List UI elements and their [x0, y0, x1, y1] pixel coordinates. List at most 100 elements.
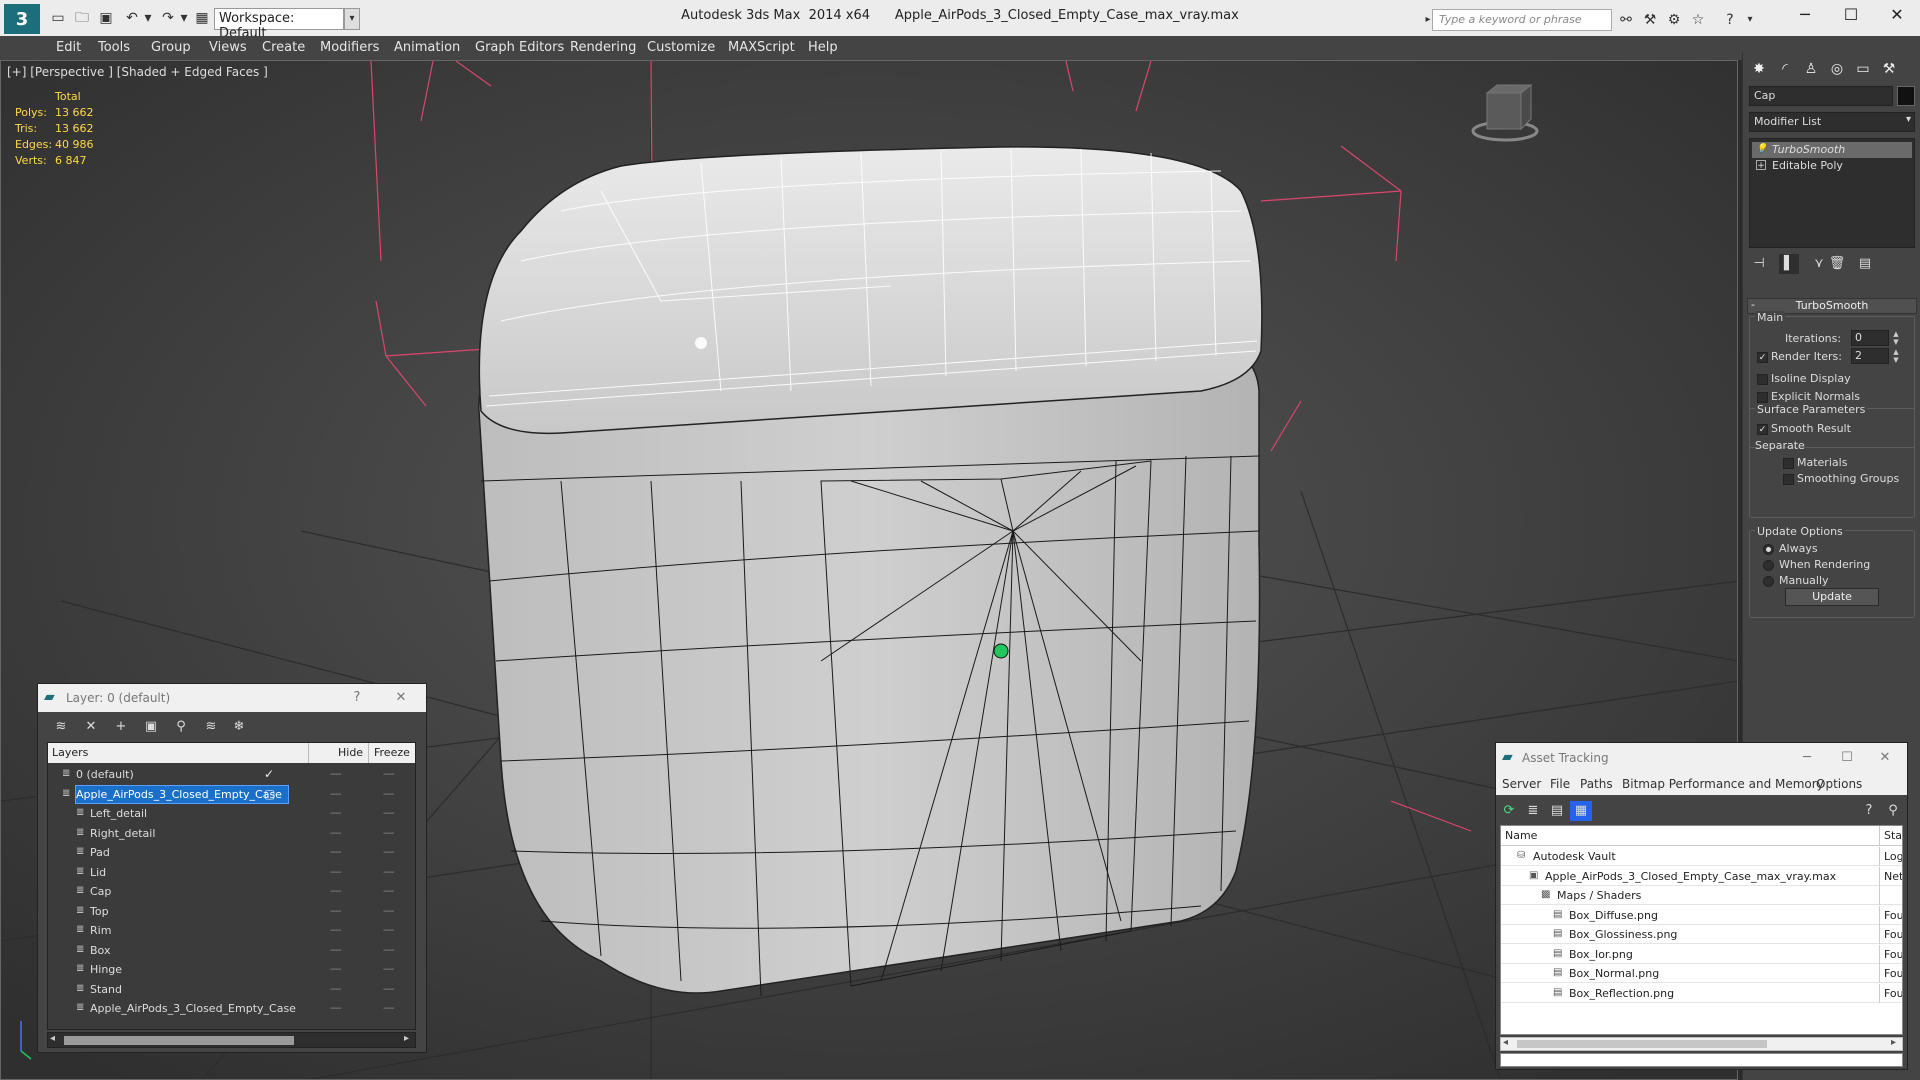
layer-dialog-help-icon[interactable]: ? — [346, 688, 368, 708]
hide-toggle-icon[interactable]: ---- — [330, 863, 341, 882]
freeze-toggle-icon[interactable]: ---- — [383, 921, 394, 940]
hide-toggle-icon[interactable]: ---- — [330, 785, 341, 804]
when-rendering-radio[interactable] — [1763, 560, 1774, 571]
scroll-left-icon[interactable]: ◂ — [50, 1033, 55, 1044]
asset-row[interactable]: ▣ Apple_AirPods_3_Closed_Empty_Case_max_v… — [1501, 866, 1902, 886]
smoothing-groups-checkbox[interactable] — [1783, 474, 1794, 485]
vault-help-icon[interactable]: ? — [1858, 801, 1880, 821]
pivot-point-icon[interactable] — [993, 643, 1009, 659]
undo-icon[interactable]: ↶ — [124, 10, 140, 26]
subscription-icon[interactable]: ⚒ — [1640, 10, 1660, 30]
layer-row[interactable]: ≣ Top ---- ---- — [48, 902, 415, 921]
select-objects-in-layer-icon[interactable]: ▣ — [140, 717, 162, 737]
asset-minimize-icon[interactable]: ─ — [1796, 748, 1818, 768]
menu-views[interactable]: Views — [209, 40, 247, 55]
hide-toggle-icon[interactable]: ---- — [330, 999, 341, 1018]
asset-maximize-icon[interactable]: ☐ — [1836, 748, 1858, 768]
menu-group[interactable]: Group — [151, 40, 191, 55]
utilities-tab-icon[interactable]: ⚒ — [1877, 58, 1901, 80]
layer-scroll-thumb[interactable] — [64, 1036, 294, 1045]
asset-close-icon[interactable]: ✕ — [1874, 748, 1896, 768]
highlight-selected-layer-icon[interactable]: ⚲ — [170, 717, 192, 737]
asset-menu-file[interactable]: File — [1550, 777, 1570, 791]
menu-edit[interactable]: Edit — [56, 40, 81, 55]
freeze-toggle-icon[interactable]: ---- — [383, 863, 394, 882]
menu-help[interactable]: Help — [808, 40, 838, 55]
current-layer-check-icon[interactable]: ✓ — [264, 765, 274, 784]
delete-layer-icon[interactable]: ✕ — [80, 717, 102, 737]
manually-radio[interactable] — [1763, 576, 1774, 587]
object-color-swatch[interactable] — [1897, 86, 1915, 106]
asset-row[interactable]: ▤ Box_Reflection.png Found — [1501, 983, 1902, 1003]
freeze-toggle-icon[interactable]: ---- — [383, 960, 394, 979]
iterations-spinner-arrows-icon[interactable]: ▲ ▼ — [1891, 330, 1901, 346]
asset-dialog-titlebar[interactable]: ▰ Asset Tracking ─ ☐ ✕ — [1496, 743, 1907, 773]
menu-maxscript[interactable]: MAXScript — [728, 40, 795, 55]
layer-row[interactable]: ≣ Left_detail ---- ---- — [48, 804, 415, 823]
update-button[interactable]: Update — [1785, 588, 1879, 606]
pin-stack-icon[interactable]: ⊣ — [1749, 254, 1769, 274]
freeze-toggle-icon[interactable]: ---- — [383, 941, 394, 960]
menu-customize[interactable]: Customize — [647, 40, 715, 55]
modify-tab-icon[interactable]: ◜ — [1773, 58, 1797, 80]
project-folder-icon[interactable]: ▦ — [194, 10, 210, 26]
menu-graph-editors[interactable]: Graph Editors — [475, 40, 564, 55]
render-iters-spinner-arrows-icon[interactable]: ▲ ▼ — [1891, 348, 1901, 364]
asset-scroll-thumb[interactable] — [1517, 1040, 1767, 1048]
layer-row[interactable]: ≣ Hinge ---- ---- — [48, 960, 415, 979]
menu-rendering[interactable]: Rendering — [570, 40, 636, 55]
layer-row[interactable]: ≣ 0 (default) ✓ ---- ---- — [48, 765, 415, 784]
menu-animation[interactable]: Animation — [394, 40, 460, 55]
stack-item-turbosmooth[interactable]: 💡 TurboSmooth — [1752, 142, 1912, 158]
asset-row[interactable]: ▤ Box_Ior.png Found — [1501, 944, 1902, 964]
freeze-toggle-icon[interactable]: ---- — [383, 765, 394, 784]
refresh-icon[interactable]: ⟳ — [1498, 801, 1520, 821]
asset-row[interactable]: ▤ Box_Diffuse.png Found — [1501, 905, 1902, 925]
hide-toggle-icon[interactable]: ---- — [330, 882, 341, 901]
materials-checkbox[interactable] — [1783, 458, 1794, 469]
hide-toggle-icon[interactable]: ---- — [330, 980, 341, 999]
list-view-icon[interactable]: ≣ — [1522, 801, 1544, 821]
undo-dropdown-icon[interactable]: ▾ — [140, 10, 156, 26]
expand-plus-icon[interactable]: + — [1756, 160, 1766, 171]
layer-row[interactable]: ≣ Stand ---- ---- — [48, 980, 415, 999]
workspace-chevron-down-icon[interactable]: ▾ — [344, 8, 360, 30]
app-logo-icon[interactable]: 3 — [4, 4, 40, 34]
hide-toggle-icon[interactable]: ---- — [330, 804, 341, 823]
binoculars-icon[interactable]: ⚯ — [1616, 10, 1636, 30]
modifier-list-dropdown[interactable]: Modifier List ▾ — [1749, 112, 1915, 132]
remove-modifier-icon[interactable]: 🗑 — [1827, 254, 1847, 274]
hide-toggle-icon[interactable]: ---- — [330, 960, 341, 979]
hierarchy-tab-icon[interactable]: ♙ — [1799, 58, 1823, 80]
detail-view-icon[interactable]: ▤ — [1546, 801, 1568, 821]
table-view-icon[interactable]: ▦ — [1570, 801, 1592, 821]
new-file-icon[interactable]: ▭ — [50, 10, 66, 26]
layer-row[interactable]: ≣ Apple_AirPods_3_Closed_Empty_Case ▢ ---- -… — [48, 784, 415, 804]
asset-row[interactable]: ⛁ Autodesk Vault Logged O — [1501, 847, 1902, 866]
current-layer-box-icon[interactable]: ▢ — [264, 785, 275, 804]
add-to-layer-icon[interactable]: + — [110, 717, 132, 737]
hide-toggle-icon[interactable]: ---- — [330, 921, 341, 940]
menu-create[interactable]: Create — [262, 40, 305, 55]
scroll-right-icon[interactable]: ▸ — [1891, 1037, 1896, 1048]
redo-icon[interactable]: ↷ — [160, 10, 176, 26]
freeze-all-layers-icon[interactable]: ❄ — [228, 717, 250, 737]
hide-toggle-icon[interactable]: ---- — [330, 765, 341, 784]
layer-dialog-titlebar[interactable]: ▰ Layer: 0 (default) ? ✕ — [38, 684, 426, 712]
layer-dialog-close-icon[interactable]: ✕ — [390, 688, 412, 708]
asset-row[interactable]: ▤ Box_Normal.png Found — [1501, 964, 1902, 983]
freeze-toggle-icon[interactable]: ---- — [383, 999, 394, 1018]
create-tab-icon[interactable]: ✸ — [1747, 58, 1771, 80]
layer-row[interactable]: ≣ Pad ---- ---- — [48, 843, 415, 862]
freeze-toggle-icon[interactable]: ---- — [383, 804, 394, 823]
motion-tab-icon[interactable]: ◎ — [1825, 58, 1849, 80]
menu-tools[interactable]: Tools — [98, 40, 130, 55]
asset-menu-bitmap-performance[interactable]: Bitmap Performance and Memory — [1622, 777, 1824, 791]
show-end-result-icon[interactable]: ▌ — [1779, 254, 1799, 274]
hide-toggle-icon[interactable]: ---- — [330, 824, 341, 843]
column-freeze[interactable]: Freeze — [374, 746, 410, 759]
freeze-toggle-icon[interactable]: ---- — [383, 902, 394, 921]
freeze-toggle-icon[interactable]: ---- — [383, 843, 394, 862]
close-icon[interactable]: ✕ — [1874, 0, 1920, 30]
stack-item-editable-poly[interactable]: + Editable Poly — [1752, 158, 1912, 174]
